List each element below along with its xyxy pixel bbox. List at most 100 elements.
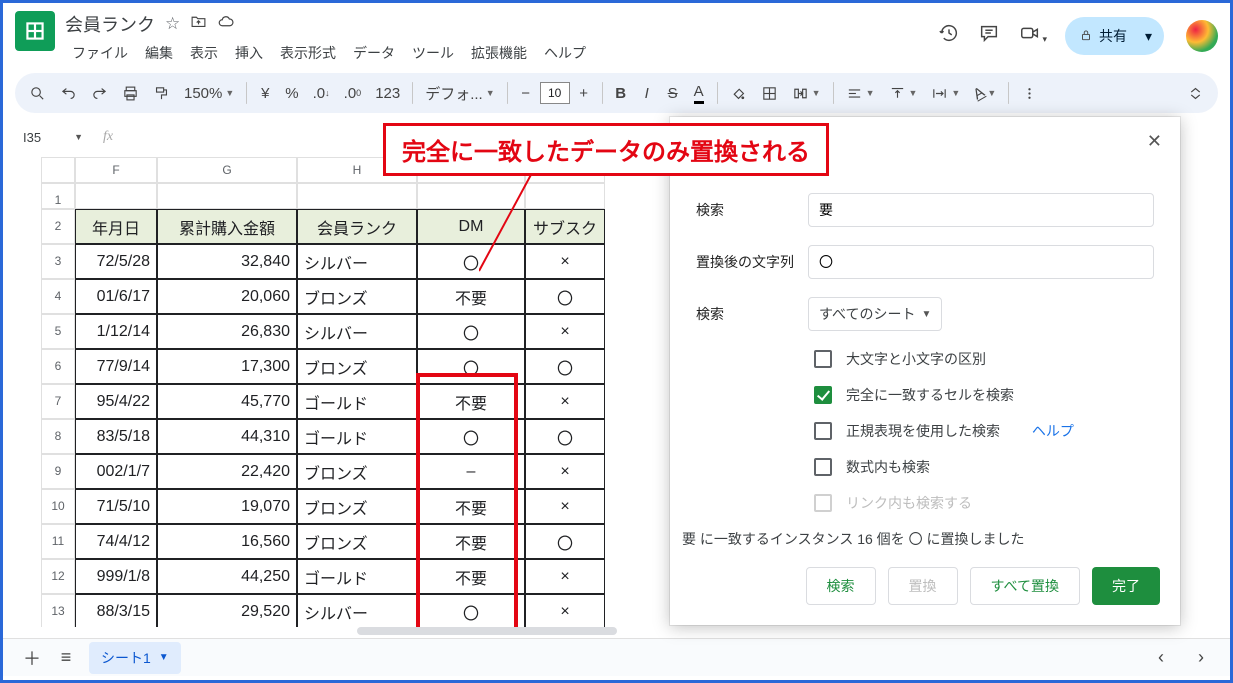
menu-help[interactable]: ヘルプ	[537, 41, 593, 65]
th-rank[interactable]: 会員ランク	[297, 209, 417, 244]
scope-select[interactable]: すべてのシート▼	[808, 297, 942, 331]
text-color-icon[interactable]: A	[687, 79, 711, 107]
cell-date[interactable]: 999/1/8	[75, 559, 157, 594]
cell-date[interactable]: 74/4/12	[75, 524, 157, 559]
row-header[interactable]: 13	[41, 594, 75, 627]
meet-icon[interactable]: ▾	[1018, 22, 1047, 50]
cell-dm[interactable]: 不要	[417, 384, 525, 419]
cell-dm[interactable]: 〇	[417, 594, 525, 627]
cell-amount[interactable]: 44,310	[157, 419, 297, 454]
col-header-F[interactable]: F	[75, 157, 157, 183]
cell-date[interactable]: 71/5/10	[75, 489, 157, 524]
cell-subscribe[interactable]: ×	[525, 559, 605, 594]
row-header[interactable]: 4	[41, 279, 75, 314]
cell-subscribe[interactable]: ×	[525, 489, 605, 524]
row-header[interactable]: 3	[41, 244, 75, 279]
cell-date[interactable]: 88/3/15	[75, 594, 157, 627]
cell-date[interactable]: 95/4/22	[75, 384, 157, 419]
wrap-icon[interactable]: ▼	[925, 79, 966, 107]
cell-dm[interactable]: 不要	[417, 524, 525, 559]
vertical-scrollbar[interactable]	[1210, 167, 1224, 626]
print-icon[interactable]	[116, 79, 145, 107]
merge-icon[interactable]: ▼	[786, 79, 827, 107]
menu-data[interactable]: データ	[346, 41, 402, 65]
italic-icon[interactable]: I	[635, 79, 659, 107]
cell-rank[interactable]: ゴールド	[297, 419, 417, 454]
cell-amount[interactable]: 22,420	[157, 454, 297, 489]
paint-format-icon[interactable]	[147, 79, 176, 107]
row-header[interactable]: 11	[41, 524, 75, 559]
replace-input[interactable]	[808, 245, 1154, 279]
cell-dm[interactable]: 〇	[417, 244, 525, 279]
format-number-icon[interactable]: 123	[369, 79, 406, 107]
redo-icon[interactable]	[85, 79, 114, 107]
cell-date[interactable]: 01/6/17	[75, 279, 157, 314]
cell-amount[interactable]: 26,830	[157, 314, 297, 349]
cell-amount[interactable]: 32,840	[157, 244, 297, 279]
done-button[interactable]: 完了	[1092, 567, 1160, 605]
share-dropdown[interactable]: ▾	[1137, 22, 1160, 51]
row-header[interactable]: 12	[41, 559, 75, 594]
all-sheets-button[interactable]: ≡	[49, 643, 83, 673]
move-icon[interactable]	[190, 13, 207, 35]
cell-subscribe[interactable]: 〇	[525, 279, 605, 314]
name-box[interactable]: I35▼	[17, 125, 89, 149]
cell-date[interactable]: 72/5/28	[75, 244, 157, 279]
cell-dm[interactable]: 〇	[417, 419, 525, 454]
font-size-input[interactable]: 10	[540, 82, 570, 104]
cell-subscribe[interactable]: ×	[525, 384, 605, 419]
rotate-icon[interactable]: A▼	[968, 79, 1002, 107]
cell-date[interactable]: 83/5/18	[75, 419, 157, 454]
find-button[interactable]: 検索	[806, 567, 876, 605]
col-header-G[interactable]: G	[157, 157, 297, 183]
grid-corner[interactable]	[41, 157, 75, 183]
menu-edit[interactable]: 編集	[138, 41, 180, 65]
th-amount[interactable]: 累計購入金額	[157, 209, 297, 244]
replace-all-button[interactable]: すべて置換	[970, 567, 1080, 605]
cell-subscribe[interactable]: 〇	[525, 349, 605, 384]
cell-dm[interactable]: 不要	[417, 279, 525, 314]
strike-icon[interactable]: S	[661, 79, 685, 107]
fill-color-icon[interactable]	[724, 79, 753, 107]
search-icon[interactable]	[23, 79, 52, 107]
horizontal-scrollbar[interactable]	[17, 624, 1190, 638]
cell-amount[interactable]: 29,520	[157, 594, 297, 627]
cell-subscribe[interactable]: ×	[525, 314, 605, 349]
menu-ext[interactable]: 拡張機能	[464, 41, 534, 65]
replace-button[interactable]: 置換	[888, 567, 958, 605]
checkbox-exact-match[interactable]	[814, 386, 832, 404]
regex-help-link[interactable]: ヘルプ	[1032, 421, 1074, 441]
cell-subscribe[interactable]: ×	[525, 244, 605, 279]
cell-amount[interactable]: 17,300	[157, 349, 297, 384]
expand-toolbar-icon[interactable]	[1181, 79, 1210, 107]
row-header[interactable]: 5	[41, 314, 75, 349]
th-date[interactable]: 年月日	[75, 209, 157, 244]
cell-subscribe[interactable]: 〇	[525, 524, 605, 559]
checkbox-regex[interactable]	[814, 422, 832, 440]
undo-icon[interactable]	[54, 79, 83, 107]
th-dm[interactable]: DM	[417, 209, 525, 244]
cell-dm[interactable]: 〇	[417, 349, 525, 384]
cell-date[interactable]: 1/12/14	[75, 314, 157, 349]
cell-date[interactable]: 77/9/14	[75, 349, 157, 384]
cell-subscribe[interactable]: ×	[525, 594, 605, 627]
row-header[interactable]: 10	[41, 489, 75, 524]
borders-icon[interactable]	[755, 79, 784, 107]
cell-rank[interactable]: ゴールド	[297, 384, 417, 419]
bold-icon[interactable]: B	[609, 79, 633, 107]
cell-amount[interactable]: 44,250	[157, 559, 297, 594]
zoom-select[interactable]: 150%▼	[178, 79, 240, 107]
checkbox-formulas[interactable]	[814, 458, 832, 476]
currency-icon[interactable]: ¥	[253, 79, 277, 107]
menu-format[interactable]: 表示形式	[273, 41, 343, 65]
account-avatar[interactable]	[1186, 20, 1218, 52]
cell-rank[interactable]: シルバー	[297, 244, 417, 279]
halign-icon[interactable]: ▼	[840, 79, 881, 107]
cell-subscribe[interactable]: ×	[525, 454, 605, 489]
explore-left-icon[interactable]: ‹	[1144, 643, 1178, 673]
row-header[interactable]: 7	[41, 384, 75, 419]
cloud-status-icon[interactable]	[217, 13, 235, 36]
add-sheet-button[interactable]: ＋	[15, 643, 49, 673]
row-header[interactable]: 1	[41, 183, 75, 209]
row-header[interactable]: 6	[41, 349, 75, 384]
